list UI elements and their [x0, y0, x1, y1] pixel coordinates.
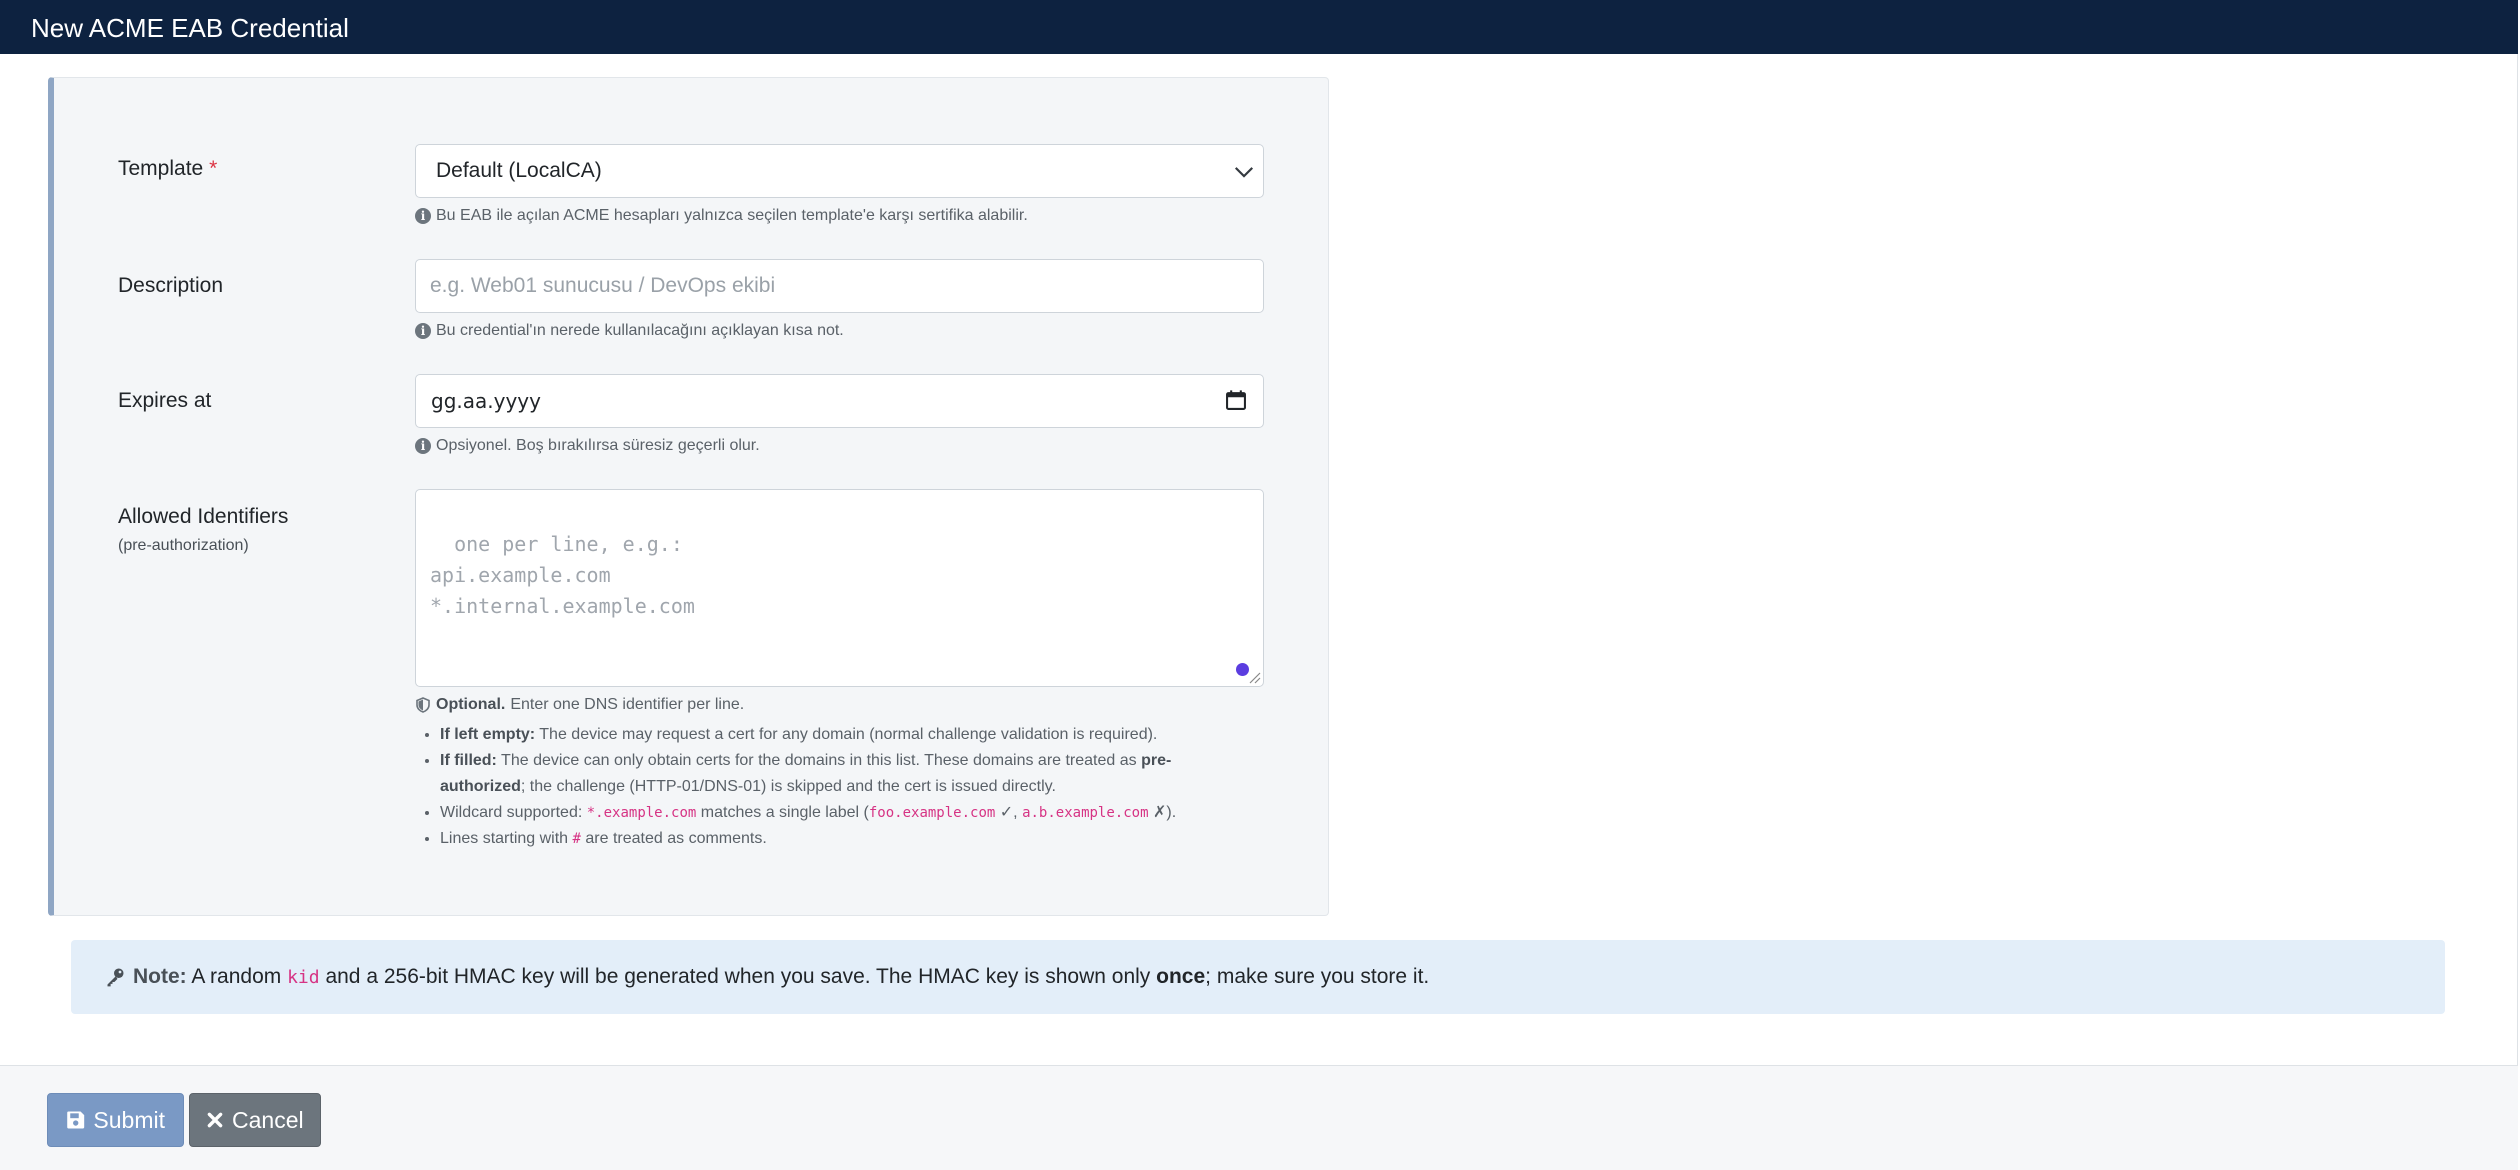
identifiers-help: Optional. Enter one DNS identifier per l…	[415, 696, 744, 714]
template-select-value: Default (LocalCA)	[436, 159, 602, 182]
identifiers-sublabel: (pre-authorization)	[118, 537, 249, 554]
form-footer: Submit Cancel	[0, 1065, 2518, 1170]
template-help: i Bu EAB ile açılan ACME hesapları yalnı…	[415, 207, 1028, 225]
page-title: New ACME EAB Credential	[31, 13, 349, 43]
identifiers-rules-list: If left empty: The device may request a …	[440, 722, 1220, 852]
cancel-button[interactable]: Cancel	[189, 1093, 321, 1147]
optional-label: Optional.	[436, 696, 506, 713]
resize-handle-icon[interactable]	[1247, 670, 1261, 684]
expires-label: Expires at	[118, 389, 212, 412]
info-icon: i	[415, 208, 431, 224]
chevron-down-icon	[1234, 167, 1254, 178]
description-label: Description	[118, 274, 224, 297]
save-icon	[67, 1111, 85, 1129]
identifiers-label: Allowed Identifiers	[118, 505, 289, 528]
key-icon	[107, 968, 124, 987]
identifiers-textarea[interactable]: one per line, e.g.: api.example.com *.in…	[415, 489, 1264, 687]
info-icon: i	[415, 438, 431, 454]
list-item: If left empty: The device may request a …	[440, 722, 1220, 748]
list-item: If filled: The device can only obtain ce…	[440, 748, 1220, 800]
identifiers-placeholder: one per line, e.g.: api.example.com *.in…	[430, 532, 695, 618]
list-item: Wildcard supported: *.example.com matche…	[440, 800, 1220, 826]
submit-button[interactable]: Submit	[47, 1093, 184, 1147]
description-placeholder: e.g. Web01 sunucusu / DevOps ekibi	[430, 274, 776, 297]
list-item: Lines starting with # are treated as com…	[440, 826, 1220, 852]
template-select[interactable]: Default (LocalCA)	[415, 144, 1264, 198]
template-label: Template *	[118, 157, 218, 180]
note-label: Note:	[133, 965, 187, 988]
note-alert: Note: A random kid and a 256-bit HMAC ke…	[71, 940, 2445, 1014]
calendar-icon[interactable]	[1225, 389, 1247, 411]
expires-help: i Opsiyonel. Boş bırakılırsa süresiz geç…	[415, 437, 760, 455]
info-icon: i	[415, 323, 431, 339]
close-icon	[207, 1112, 223, 1128]
description-input[interactable]: e.g. Web01 sunucusu / DevOps ekibi	[415, 259, 1264, 313]
expires-date-value: gg.aa.yyyy	[431, 389, 541, 413]
required-mark: *	[209, 157, 218, 180]
description-help: i Bu credential'ın nerede kullanılacağın…	[415, 322, 844, 340]
shield-icon	[416, 697, 430, 713]
page-header: New ACME EAB Credential	[0, 0, 2518, 54]
expires-date-input[interactable]: gg.aa.yyyy	[415, 374, 1264, 428]
